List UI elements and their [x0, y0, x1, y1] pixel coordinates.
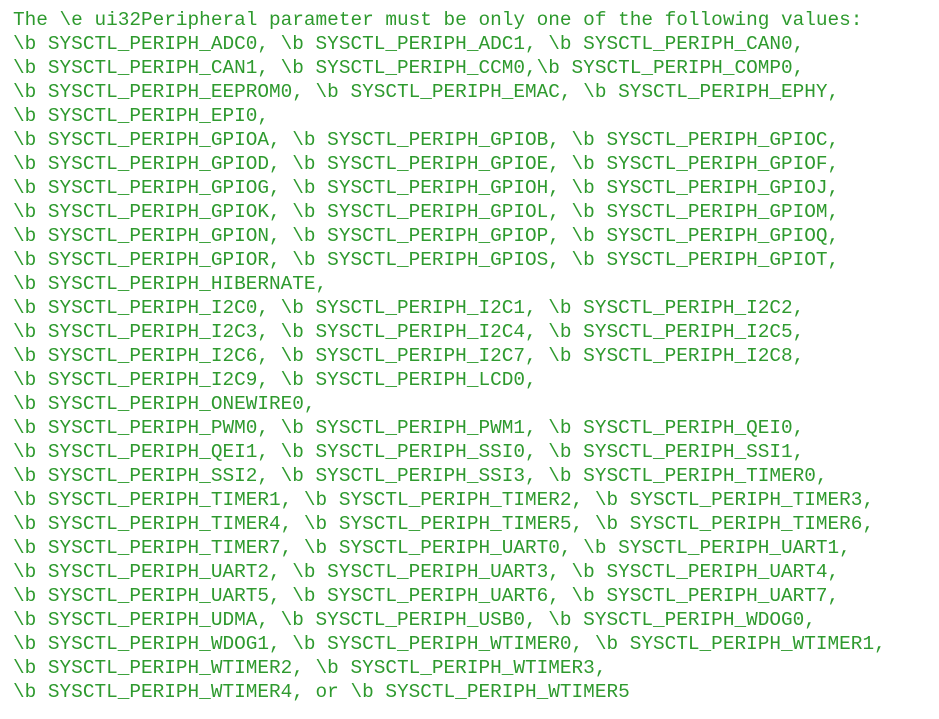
- code-line: \b SYSCTL_PERIPH_CAN1, \b SYSCTL_PERIPH_…: [13, 57, 805, 79]
- code-line: \b SYSCTL_PERIPH_PWM0, \b SYSCTL_PERIPH_…: [13, 417, 805, 439]
- code-line: The \e ui32Peripheral parameter must be …: [13, 9, 863, 31]
- code-line: \b SYSCTL_PERIPH_WDOG1, \b SYSCTL_PERIPH…: [13, 633, 886, 655]
- code-line: \b SYSCTL_PERIPH_EEPROM0, \b SYSCTL_PERI…: [13, 81, 840, 103]
- code-line: \b SYSCTL_PERIPH_TIMER1, \b SYSCTL_PERIP…: [13, 489, 875, 511]
- code-line: \b SYSCTL_PERIPH_GPIOD, \b SYSCTL_PERIPH…: [13, 153, 840, 175]
- code-comment-view: The \e ui32Peripheral parameter must be …: [0, 0, 939, 719]
- code-line: \b SYSCTL_PERIPH_WTIMER4, or \b SYSCTL_P…: [13, 681, 630, 703]
- code-line: \b SYSCTL_PERIPH_UDMA, \b SYSCTL_PERIPH_…: [13, 609, 816, 631]
- code-line: \b SYSCTL_PERIPH_QEI1, \b SYSCTL_PERIPH_…: [13, 441, 805, 463]
- code-line: \b SYSCTL_PERIPH_TIMER7, \b SYSCTL_PERIP…: [13, 537, 851, 559]
- code-line: \b SYSCTL_PERIPH_I2C9, \b SYSCTL_PERIPH_…: [13, 369, 537, 391]
- code-line: \b SYSCTL_PERIPH_UART5, \b SYSCTL_PERIPH…: [13, 585, 840, 607]
- code-line: \b SYSCTL_PERIPH_GPION, \b SYSCTL_PERIPH…: [13, 225, 840, 247]
- code-line: \b SYSCTL_PERIPH_ONEWIRE0,: [13, 393, 316, 415]
- code-line: \b SYSCTL_PERIPH_SSI2, \b SYSCTL_PERIPH_…: [13, 465, 828, 487]
- code-line: \b SYSCTL_PERIPH_I2C0, \b SYSCTL_PERIPH_…: [13, 297, 805, 319]
- code-line: \b SYSCTL_PERIPH_GPIOA, \b SYSCTL_PERIPH…: [13, 129, 840, 151]
- code-line: \b SYSCTL_PERIPH_HIBERNATE,: [13, 273, 328, 295]
- code-line: \b SYSCTL_PERIPH_GPIOG, \b SYSCTL_PERIPH…: [13, 177, 840, 199]
- code-line: \b SYSCTL_PERIPH_UART2, \b SYSCTL_PERIPH…: [13, 561, 840, 583]
- code-line: \b SYSCTL_PERIPH_GPIOR, \b SYSCTL_PERIPH…: [13, 249, 840, 271]
- code-line: \b SYSCTL_PERIPH_ADC0, \b SYSCTL_PERIPH_…: [13, 33, 805, 55]
- code-line: \b SYSCTL_PERIPH_WTIMER2, \b SYSCTL_PERI…: [13, 657, 607, 679]
- code-line: \b SYSCTL_PERIPH_GPIOK, \b SYSCTL_PERIPH…: [13, 201, 840, 223]
- code-line: \b SYSCTL_PERIPH_TIMER4, \b SYSCTL_PERIP…: [13, 513, 875, 535]
- code-line: \b SYSCTL_PERIPH_EPI0,: [13, 105, 269, 127]
- code-line: \b SYSCTL_PERIPH_I2C6, \b SYSCTL_PERIPH_…: [13, 345, 805, 367]
- code-line: \b SYSCTL_PERIPH_I2C3, \b SYSCTL_PERIPH_…: [13, 321, 805, 343]
